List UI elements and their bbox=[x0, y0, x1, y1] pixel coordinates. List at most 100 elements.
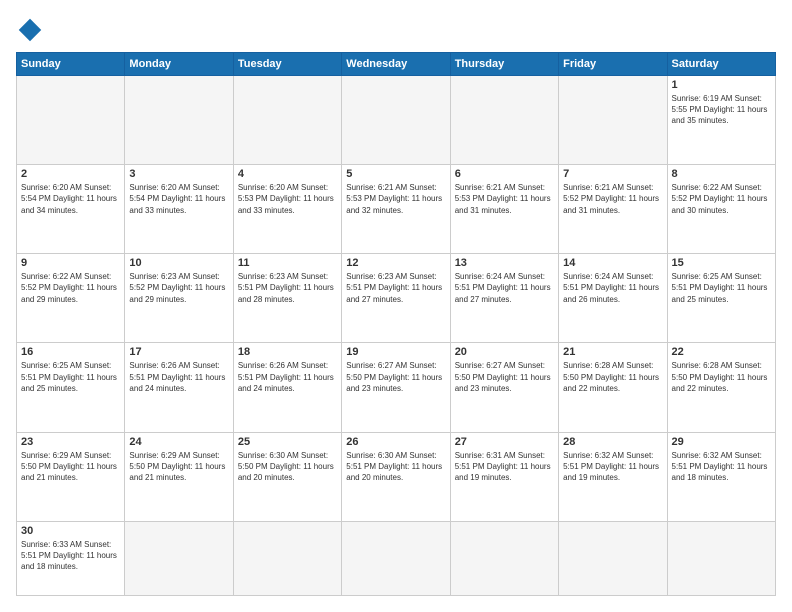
day-info: Sunrise: 6:33 AM Sunset: 5:51 PM Dayligh… bbox=[21, 539, 120, 573]
calendar-cell bbox=[342, 76, 450, 165]
day-info: Sunrise: 6:30 AM Sunset: 5:50 PM Dayligh… bbox=[238, 450, 337, 484]
calendar-cell bbox=[559, 521, 667, 595]
day-info: Sunrise: 6:25 AM Sunset: 5:51 PM Dayligh… bbox=[672, 271, 771, 305]
day-number: 8 bbox=[672, 168, 771, 180]
day-header-tuesday: Tuesday bbox=[233, 53, 341, 76]
calendar-cell: 11 Sunrise: 6:23 AM Sunset: 5:51 PM Dayli… bbox=[233, 254, 341, 343]
day-info: Sunrise: 6:24 AM Sunset: 5:51 PM Dayligh… bbox=[563, 271, 662, 305]
day-number: 9 bbox=[21, 257, 120, 269]
logo-icon: GeneralBlue bbox=[16, 16, 44, 44]
calendar-cell: 12Sunrise: 6:23 AM Sunset: 5:51 PM Dayli… bbox=[342, 254, 450, 343]
day-info: Sunrise: 6:27 AM Sunset: 5:50 PM Dayligh… bbox=[455, 360, 554, 394]
day-number: 14 bbox=[563, 257, 662, 269]
calendar-cell: 20Sunrise: 6:27 AM Sunset: 5:50 PM Dayli… bbox=[450, 343, 558, 432]
day-info: Sunrise: 6:20 AM Sunset: 5:53 PM Dayligh… bbox=[238, 182, 337, 216]
calendar-cell: 30 Sunrise: 6:33 AM Sunset: 5:51 PM Dayli… bbox=[17, 521, 125, 595]
day-number: 30 bbox=[21, 525, 120, 537]
calendar-cell bbox=[17, 76, 125, 165]
calendar-cell bbox=[667, 521, 775, 595]
day-number: 25 bbox=[238, 436, 337, 448]
day-info: Sunrise: 6:19 AM Sunset: 5:55 PM Dayligh… bbox=[672, 93, 771, 127]
calendar-cell: 29 Sunrise: 6:32 AM Sunset: 5:51 PM Dayli… bbox=[667, 432, 775, 521]
calendar-cell: 18 Sunrise: 6:26 AM Sunset: 5:51 PM Dayli… bbox=[233, 343, 341, 432]
day-info: Sunrise: 6:21 AM Sunset: 5:53 PM Dayligh… bbox=[455, 182, 554, 216]
day-info: Sunrise: 6:26 AM Sunset: 5:51 PM Dayligh… bbox=[238, 360, 337, 394]
day-info: Sunrise: 6:31 AM Sunset: 5:51 PM Dayligh… bbox=[455, 450, 554, 484]
calendar-cell bbox=[559, 76, 667, 165]
day-info: Sunrise: 6:23 AM Sunset: 5:51 PM Dayligh… bbox=[238, 271, 337, 305]
day-info: Sunrise: 6:23 AM Sunset: 5:52 PM Dayligh… bbox=[129, 271, 228, 305]
calendar-cell: 21 Sunrise: 6:28 AM Sunset: 5:50 PM Dayli… bbox=[559, 343, 667, 432]
logo: GeneralBlue bbox=[16, 16, 48, 44]
day-header-saturday: Saturday bbox=[667, 53, 775, 76]
day-info: Sunrise: 6:21 AM Sunset: 5:53 PM Dayligh… bbox=[346, 182, 445, 216]
calendar-cell bbox=[450, 76, 558, 165]
calendar-cell bbox=[342, 521, 450, 595]
header: GeneralBlue bbox=[16, 16, 776, 44]
day-number: 28 bbox=[563, 436, 662, 448]
calendar-cell: 14 Sunrise: 6:24 AM Sunset: 5:51 PM Dayli… bbox=[559, 254, 667, 343]
calendar-header-row: SundayMondayTuesdayWednesdayThursdayFrid… bbox=[17, 53, 776, 76]
day-info: Sunrise: 6:24 AM Sunset: 5:51 PM Dayligh… bbox=[455, 271, 554, 305]
day-number: 15 bbox=[672, 257, 771, 269]
day-number: 1 bbox=[672, 79, 771, 91]
calendar-cell bbox=[233, 76, 341, 165]
calendar-cell: 9 Sunrise: 6:22 AM Sunset: 5:52 PM Daylig… bbox=[17, 254, 125, 343]
day-number: 11 bbox=[238, 257, 337, 269]
day-info: Sunrise: 6:27 AM Sunset: 5:50 PM Dayligh… bbox=[346, 360, 445, 394]
calendar-table: SundayMondayTuesdayWednesdayThursdayFrid… bbox=[16, 52, 776, 596]
day-info: Sunrise: 6:30 AM Sunset: 5:51 PM Dayligh… bbox=[346, 450, 445, 484]
calendar-week-5: 23Sunrise: 6:29 AM Sunset: 5:50 PM Dayli… bbox=[17, 432, 776, 521]
day-number: 17 bbox=[129, 346, 228, 358]
calendar-cell: 15 Sunrise: 6:25 AM Sunset: 5:51 PM Dayli… bbox=[667, 254, 775, 343]
day-info: Sunrise: 6:22 AM Sunset: 5:52 PM Dayligh… bbox=[672, 182, 771, 216]
calendar-cell: 1 Sunrise: 6:19 AM Sunset: 5:55 PM Daylig… bbox=[667, 76, 775, 165]
day-number: 4 bbox=[238, 168, 337, 180]
calendar-cell: 5Sunrise: 6:21 AM Sunset: 5:53 PM Daylig… bbox=[342, 165, 450, 254]
calendar-cell: 16 Sunrise: 6:25 AM Sunset: 5:51 PM Dayli… bbox=[17, 343, 125, 432]
calendar-cell: 19Sunrise: 6:27 AM Sunset: 5:50 PM Dayli… bbox=[342, 343, 450, 432]
calendar-cell: 26 Sunrise: 6:30 AM Sunset: 5:51 PM Dayli… bbox=[342, 432, 450, 521]
calendar-cell: 6 Sunrise: 6:21 AM Sunset: 5:53 PM Daylig… bbox=[450, 165, 558, 254]
day-info: Sunrise: 6:25 AM Sunset: 5:51 PM Dayligh… bbox=[21, 360, 120, 394]
day-number: 26 bbox=[346, 436, 445, 448]
calendar-cell: 2Sunrise: 6:20 AM Sunset: 5:54 PM Daylig… bbox=[17, 165, 125, 254]
day-info: Sunrise: 6:22 AM Sunset: 5:52 PM Dayligh… bbox=[21, 271, 120, 305]
calendar-cell bbox=[125, 521, 233, 595]
calendar-week-4: 16 Sunrise: 6:25 AM Sunset: 5:51 PM Dayli… bbox=[17, 343, 776, 432]
calendar-cell: 3Sunrise: 6:20 AM Sunset: 5:54 PM Daylig… bbox=[125, 165, 233, 254]
day-header-thursday: Thursday bbox=[450, 53, 558, 76]
day-number: 21 bbox=[563, 346, 662, 358]
calendar-cell: 27 Sunrise: 6:31 AM Sunset: 5:51 PM Dayli… bbox=[450, 432, 558, 521]
day-number: 29 bbox=[672, 436, 771, 448]
calendar-week-2: 2Sunrise: 6:20 AM Sunset: 5:54 PM Daylig… bbox=[17, 165, 776, 254]
day-number: 18 bbox=[238, 346, 337, 358]
calendar-cell: 8 Sunrise: 6:22 AM Sunset: 5:52 PM Daylig… bbox=[667, 165, 775, 254]
day-info: Sunrise: 6:21 AM Sunset: 5:52 PM Dayligh… bbox=[563, 182, 662, 216]
day-number: 10 bbox=[129, 257, 228, 269]
page: GeneralBlue SundayMondayTuesdayWednesday… bbox=[0, 0, 792, 612]
day-number: 12 bbox=[346, 257, 445, 269]
day-header-monday: Monday bbox=[125, 53, 233, 76]
calendar-week-6: 30 Sunrise: 6:33 AM Sunset: 5:51 PM Dayli… bbox=[17, 521, 776, 595]
day-number: 16 bbox=[21, 346, 120, 358]
day-number: 2 bbox=[21, 168, 120, 180]
day-number: 13 bbox=[455, 257, 554, 269]
day-info: Sunrise: 6:28 AM Sunset: 5:50 PM Dayligh… bbox=[563, 360, 662, 394]
day-info: Sunrise: 6:28 AM Sunset: 5:50 PM Dayligh… bbox=[672, 360, 771, 394]
calendar-cell: 17 Sunrise: 6:26 AM Sunset: 5:51 PM Dayli… bbox=[125, 343, 233, 432]
day-info: Sunrise: 6:32 AM Sunset: 5:51 PM Dayligh… bbox=[672, 450, 771, 484]
day-number: 23 bbox=[21, 436, 120, 448]
calendar-cell: 22 Sunrise: 6:28 AM Sunset: 5:50 PM Dayli… bbox=[667, 343, 775, 432]
day-info: Sunrise: 6:26 AM Sunset: 5:51 PM Dayligh… bbox=[129, 360, 228, 394]
calendar-week-3: 9 Sunrise: 6:22 AM Sunset: 5:52 PM Daylig… bbox=[17, 254, 776, 343]
calendar-cell bbox=[125, 76, 233, 165]
day-header-friday: Friday bbox=[559, 53, 667, 76]
day-header-sunday: Sunday bbox=[17, 53, 125, 76]
day-number: 6 bbox=[455, 168, 554, 180]
day-number: 27 bbox=[455, 436, 554, 448]
calendar-cell bbox=[233, 521, 341, 595]
day-number: 22 bbox=[672, 346, 771, 358]
calendar-cell: 23Sunrise: 6:29 AM Sunset: 5:50 PM Dayli… bbox=[17, 432, 125, 521]
calendar-cell: 13 Sunrise: 6:24 AM Sunset: 5:51 PM Dayli… bbox=[450, 254, 558, 343]
